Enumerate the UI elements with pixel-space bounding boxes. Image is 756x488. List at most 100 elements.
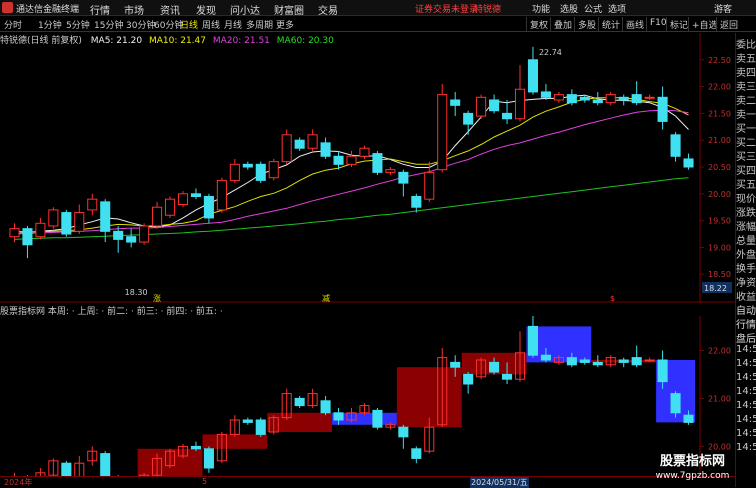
rights-adjust-button[interactable]: 复权 bbox=[526, 17, 551, 32]
sidebar-item: 委比 bbox=[736, 40, 756, 51]
date-axis: 2024年 5 2024/05/31/五 bbox=[0, 476, 735, 488]
tab-multi-period[interactable]: 多周期 bbox=[246, 18, 273, 31]
price-tick-label: 20.50 bbox=[708, 163, 731, 172]
menu-news[interactable]: 资讯 bbox=[160, 2, 180, 17]
app-logo-icon bbox=[2, 2, 13, 13]
lower-candle bbox=[683, 414, 694, 423]
sidebar-item: 净资 bbox=[736, 278, 756, 289]
marker-up-icon[interactable]: 涨 bbox=[153, 293, 161, 303]
price-tick-label: 19.00 bbox=[708, 243, 731, 252]
price-tick-label: 22.00 bbox=[708, 83, 731, 92]
lower-tick-label: 22.00 bbox=[708, 346, 731, 355]
lower-tick-label: 21.00 bbox=[708, 394, 731, 403]
draw-line-button[interactable]: 画线 bbox=[622, 17, 647, 32]
candle bbox=[566, 94, 577, 104]
menu-wealth-circle[interactable]: 财富圈 bbox=[274, 2, 304, 17]
lower-candle bbox=[566, 357, 577, 366]
candle bbox=[307, 134, 318, 149]
menu-ask-xiaoda[interactable]: 问小达 bbox=[230, 2, 260, 17]
low-price-label: 18.30 bbox=[125, 288, 148, 297]
menu-market[interactable]: 市场 bbox=[124, 2, 144, 17]
tab-monthly[interactable]: 月线 bbox=[224, 18, 242, 31]
tab-weekly[interactable]: 周线 bbox=[202, 18, 220, 31]
menu-formula[interactable]: 公式 bbox=[584, 2, 602, 15]
broker-login-link[interactable]: 证券交易未登录 bbox=[415, 2, 478, 15]
tab-time-share[interactable]: 分时 bbox=[4, 18, 22, 31]
sidebar-item: 14:50 bbox=[736, 414, 756, 425]
candle bbox=[87, 198, 98, 211]
candle bbox=[35, 222, 46, 238]
menu-trade[interactable]: 交易 bbox=[318, 2, 338, 17]
lower-candle bbox=[644, 359, 655, 362]
stock-name-link[interactable]: 特锐德 bbox=[474, 2, 501, 15]
sidebar-item: 14:50 bbox=[736, 358, 756, 369]
lower-candle bbox=[203, 448, 214, 469]
candle bbox=[437, 94, 448, 171]
weekly-box bbox=[267, 412, 333, 432]
candle bbox=[216, 179, 227, 211]
lower-candle bbox=[372, 409, 383, 428]
lower-tick-label: 20.00 bbox=[708, 442, 731, 451]
marker-dollar-icon[interactable]: $ bbox=[610, 294, 615, 303]
tab-30min[interactable]: 30分钟 bbox=[126, 18, 155, 31]
sidebar-item: 买二 bbox=[736, 138, 756, 149]
lower-candle bbox=[450, 361, 461, 368]
weekly-box-indicator-chart[interactable]: 22.00 21.00 20.00 bbox=[0, 316, 735, 476]
sidebar-item: 买一 bbox=[736, 124, 756, 135]
candle bbox=[540, 91, 551, 98]
tab-5min[interactable]: 5分钟 bbox=[66, 18, 90, 31]
menu-stock-select[interactable]: 选股 bbox=[560, 2, 578, 15]
candle bbox=[411, 195, 422, 208]
sidebar-item: 买四 bbox=[736, 166, 756, 177]
tab-daily[interactable]: 日线 bbox=[180, 18, 198, 31]
lower-candle bbox=[540, 354, 551, 361]
candle bbox=[346, 155, 357, 165]
statistics-button[interactable]: 统计 bbox=[598, 17, 623, 32]
sidebar-item: 总量 bbox=[736, 236, 756, 247]
candle bbox=[48, 209, 59, 227]
sidebar-item: 现价 bbox=[736, 194, 756, 205]
sidebar-item: 换手 bbox=[736, 264, 756, 275]
sidebar-item: 14:50 bbox=[736, 344, 756, 355]
candle bbox=[281, 134, 292, 163]
lower-candle bbox=[61, 462, 72, 476]
lower-candle bbox=[592, 361, 603, 366]
back-button[interactable]: 返回 bbox=[716, 17, 741, 32]
lower-candle bbox=[320, 400, 331, 414]
indicator-legend: 股票指标网 本周: · 上周: · 前二: · 前三: · 前四: · 前五: … bbox=[0, 307, 223, 317]
candle bbox=[294, 139, 305, 149]
candle bbox=[644, 96, 655, 99]
candle bbox=[9, 228, 20, 238]
candle bbox=[268, 161, 279, 179]
lower-candle bbox=[411, 448, 422, 459]
menu-options[interactable]: 选项 bbox=[608, 2, 626, 15]
sidebar-item: 卖四 bbox=[736, 68, 756, 79]
watermark: 股票指标网 www.7gpzb.com bbox=[650, 455, 735, 487]
menu-guest[interactable]: 游客 bbox=[714, 2, 732, 15]
menu-function[interactable]: 功能 bbox=[532, 2, 550, 15]
multi-stock-button[interactable]: 多股 bbox=[574, 17, 599, 32]
overlay-button[interactable]: 叠加 bbox=[550, 17, 575, 32]
price-tick-label: 22.50 bbox=[708, 56, 731, 65]
current-price-label: 18.22 bbox=[704, 284, 727, 293]
candlestick-chart[interactable]: 22.50 22.00 21.50 21.00 20.50 20.00 19.50 19.00… bbox=[0, 33, 735, 303]
tab-15min[interactable]: 15分钟 bbox=[94, 18, 123, 31]
marker-reduce-icon[interactable]: 减 bbox=[322, 293, 330, 303]
lower-candle bbox=[489, 361, 500, 373]
price-tick-label: 21.50 bbox=[708, 109, 731, 118]
tab-more[interactable]: 更多 bbox=[276, 18, 294, 31]
candle bbox=[229, 163, 240, 181]
sidebar-item: 14:50 bbox=[736, 372, 756, 383]
menu-market-quotes[interactable]: 行情 bbox=[90, 2, 110, 17]
price-tick-label: 19.50 bbox=[708, 217, 731, 226]
sidebar-item: 14:50 bbox=[736, 442, 756, 453]
menu-discover[interactable]: 发现 bbox=[196, 2, 216, 17]
tab-1min[interactable]: 1分钟 bbox=[38, 18, 62, 31]
watermark-line1: 股票指标网 bbox=[659, 454, 725, 469]
app-title: 通达信金融终端 bbox=[16, 5, 80, 15]
candle bbox=[489, 99, 500, 112]
candle bbox=[553, 94, 564, 101]
sidebar-item: 涨跌 bbox=[736, 208, 756, 219]
sidebar-item: 14:50 bbox=[736, 400, 756, 411]
candle bbox=[579, 96, 590, 101]
